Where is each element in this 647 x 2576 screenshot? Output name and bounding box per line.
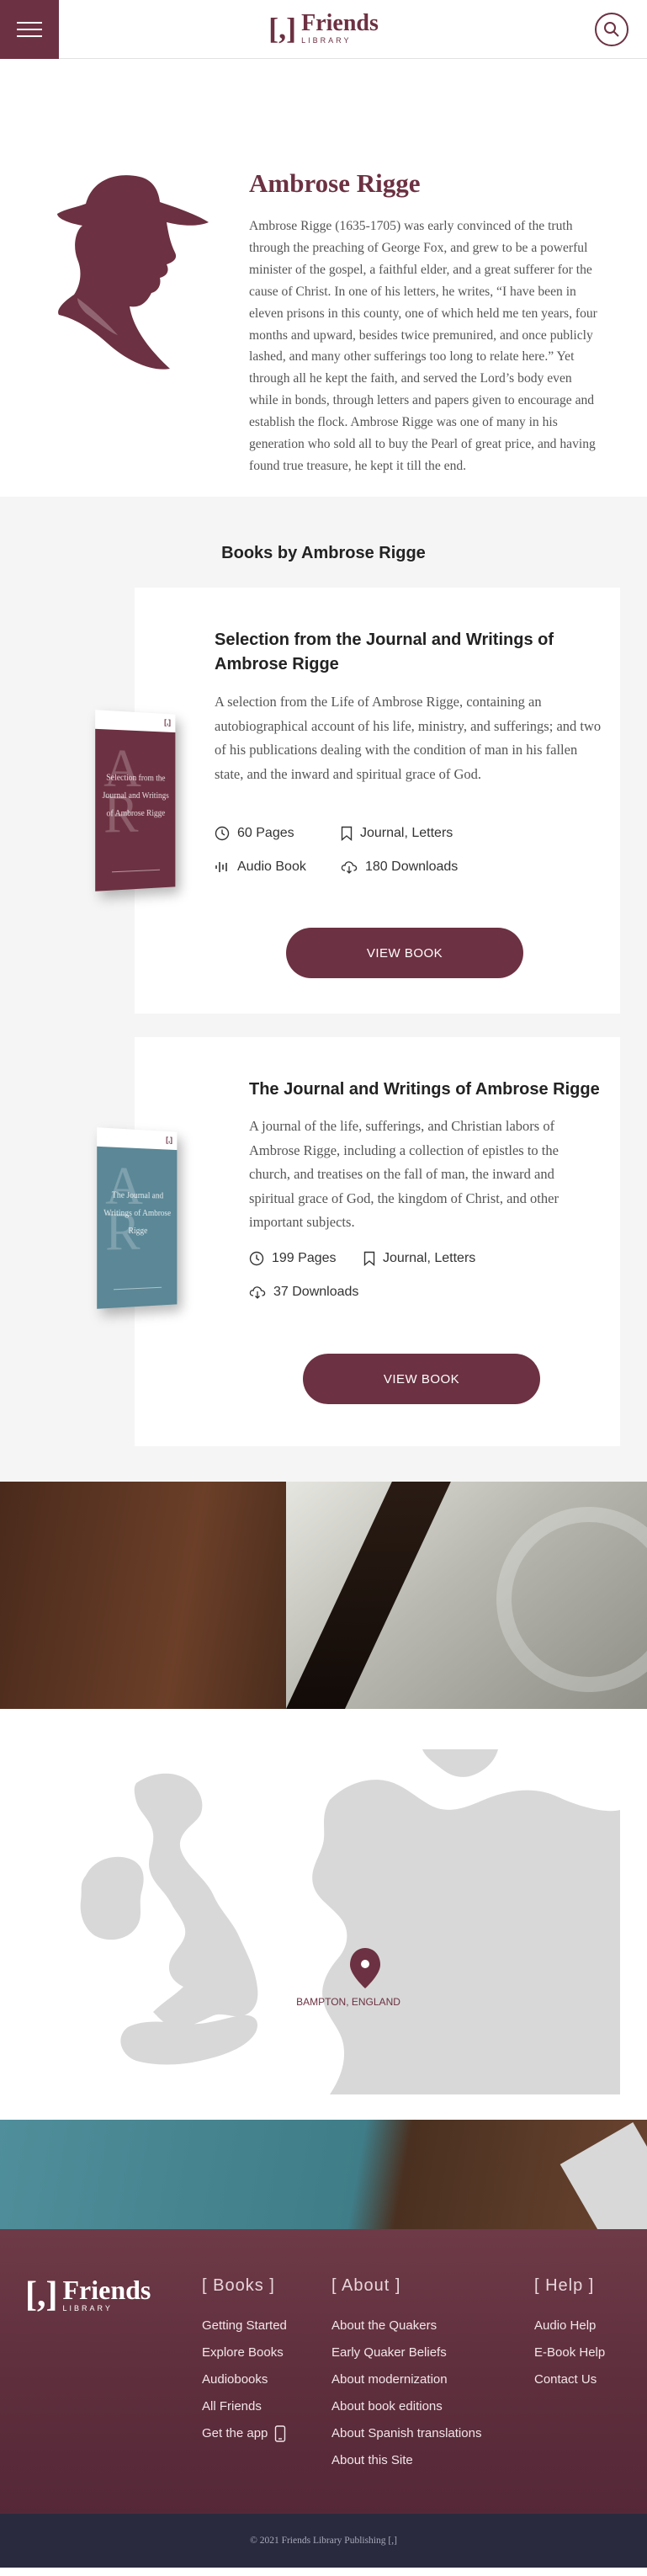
- footer-link[interactable]: Early Quaker Beliefs: [331, 2339, 481, 2366]
- site-header: [,] Friends LIBRARY: [0, 0, 647, 59]
- map-section: BAMPTON, ENGLAND: [0, 1709, 647, 2120]
- logo-mark: [,]: [268, 11, 297, 45]
- logo-mark: [,]: [166, 1135, 172, 1144]
- book-tags: Journal, Letters: [341, 826, 453, 841]
- site-logo[interactable]: [,] Friends LIBRARY: [268, 12, 379, 45]
- hamburger-icon: [17, 22, 42, 24]
- book-card: [,] AR The Journal and Writings of Ambro…: [97, 1037, 620, 1446]
- book-audio: Audio Book: [215, 860, 306, 875]
- where-section: [0, 1482, 647, 1709]
- location-map[interactable]: BAMPTON, ENGLAND: [27, 1749, 620, 2094]
- footer-link[interactable]: Contact Us: [534, 2366, 605, 2393]
- phone-icon: [275, 2425, 286, 2442]
- footer-link[interactable]: E-Book Help: [534, 2339, 605, 2366]
- view-book-button[interactable]: VIEW BOOK: [303, 1354, 540, 1404]
- menu-button[interactable]: [0, 0, 59, 59]
- book-cover[interactable]: [,] AR The Journal and Writings of Ambro…: [97, 1127, 178, 1309]
- footer-logo[interactable]: [,] Friends LIBRARY: [25, 2276, 151, 2313]
- footer-link[interactable]: All Friends: [202, 2393, 287, 2420]
- footer-books-column: [ Books ] Getting Started Explore Books …: [202, 2276, 287, 2447]
- view-book-button[interactable]: VIEW BOOK: [286, 928, 523, 978]
- logo-mark: [,]: [25, 2275, 58, 2314]
- logo-sub: LIBRARY: [62, 2304, 113, 2313]
- footer-link[interactable]: About book editions: [331, 2393, 481, 2420]
- book-description: A journal of the life, sufferings, and C…: [249, 1118, 559, 1230]
- footer-about-column: [ About ] About the Quakers Early Quaker…: [331, 2276, 481, 2474]
- footer-link-get-app[interactable]: Get the app: [202, 2420, 287, 2447]
- footer-link[interactable]: About the Quakers: [331, 2313, 481, 2339]
- footer-link[interactable]: Audio Help: [534, 2313, 605, 2339]
- book-downloads: 180 Downloads: [341, 860, 458, 875]
- cover-title: Selection from the Journal and Writings …: [102, 773, 169, 819]
- footer-link[interactable]: About this Site: [331, 2447, 481, 2474]
- books-section: Books by Ambrose Rigge [,] AR Selection …: [0, 497, 647, 1482]
- bookmark-icon: [363, 1251, 375, 1266]
- cloud-download-icon: [249, 1286, 266, 1299]
- footer-link[interactable]: About modernization: [331, 2366, 481, 2393]
- books-heading: Books by Ambrose Rigge: [221, 544, 426, 562]
- book-downloads: 37 Downloads: [249, 1285, 358, 1300]
- book-title[interactable]: Selection from the Journal and Writings …: [215, 628, 585, 677]
- book-pages: 199 Pages: [249, 1251, 337, 1266]
- author-bio: Ambrose Rigge (1635-1705) was early conv…: [249, 219, 597, 473]
- search-button[interactable]: [595, 13, 628, 46]
- footer-link[interactable]: About Spanish translations: [331, 2420, 481, 2447]
- book-card: [,] AR Selection from the Journal and Wr…: [95, 588, 620, 1014]
- book-tags: Journal, Letters: [363, 1251, 475, 1266]
- logo-mark: [,]: [164, 717, 171, 726]
- author-silhouette-icon: [57, 175, 209, 370]
- bookmark-icon: [341, 826, 353, 841]
- author-name: Ambrose Rigge: [249, 168, 421, 198]
- book-title[interactable]: The Journal and Writings of Ambrose Rigg…: [249, 1078, 602, 1102]
- background-photo: [286, 1482, 647, 1709]
- author-section: Ambrose Rigge Ambrose Rigge (1635-1705) …: [0, 59, 647, 497]
- footer-heading: [ Help ]: [534, 2276, 595, 2295]
- search-icon: [604, 22, 619, 37]
- footer-link[interactable]: Getting Started: [202, 2313, 287, 2339]
- footer-photo: [0, 2120, 647, 2229]
- clock-icon: [249, 1251, 264, 1266]
- logo-word: Friends: [301, 10, 379, 36]
- audio-waveform-icon: [215, 862, 227, 872]
- map-shapes: BAMPTON, ENGLAND: [27, 1749, 620, 2094]
- book-pages: 60 Pages: [215, 826, 294, 841]
- clock-icon: [215, 826, 230, 841]
- map-place-label: BAMPTON, ENGLAND: [296, 1996, 400, 2008]
- footer-heading: [ About ]: [331, 2276, 401, 2295]
- cloud-download-icon: [341, 861, 358, 874]
- book-cover[interactable]: [,] AR Selection from the Journal and Wr…: [95, 710, 176, 891]
- book-description: A selection from the Life of Ambrose Rig…: [215, 694, 602, 782]
- logo-word: Friends: [62, 2275, 151, 2305]
- footer-link[interactable]: Audiobooks: [202, 2366, 287, 2393]
- footer-help-column: [ Help ] Audio Help E-Book Help Contact …: [534, 2276, 605, 2393]
- copyright: © 2021 Friends Library Publishing [,]: [0, 2514, 647, 2568]
- footer-link[interactable]: Explore Books: [202, 2339, 287, 2366]
- footer-heading: [ Books ]: [202, 2276, 275, 2295]
- logo-sub: LIBRARY: [301, 36, 352, 45]
- cover-title: The Journal and Writings of Ambrose Rigg…: [103, 1190, 172, 1237]
- site-footer: [,] Friends LIBRARY [ Books ] Getting St…: [0, 2229, 647, 2514]
